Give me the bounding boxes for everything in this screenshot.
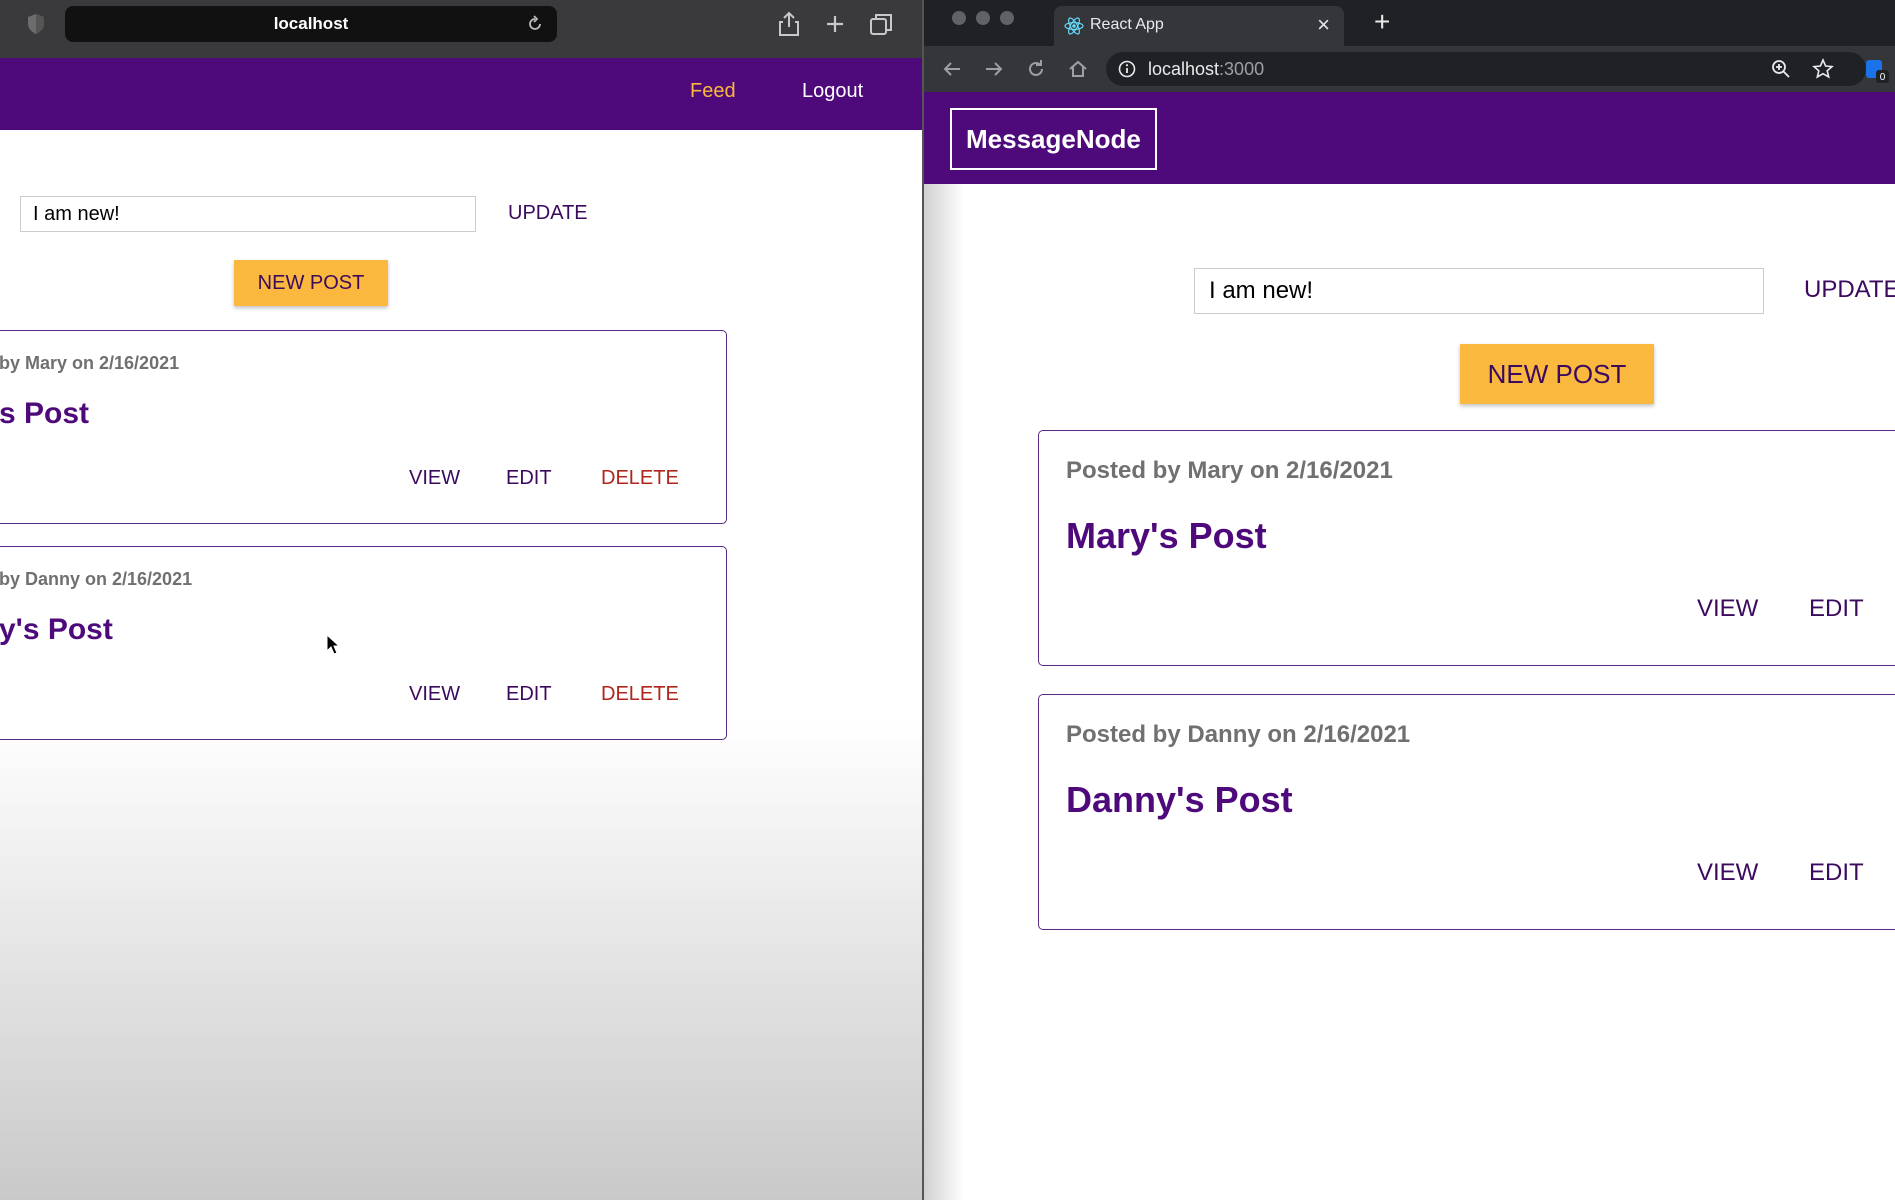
feed-content: I am new! UPDATE NEW POST Posted by Mary…: [924, 184, 1895, 1200]
new-post-button[interactable]: NEW POST: [234, 260, 388, 306]
reload-icon[interactable]: [1024, 57, 1048, 81]
app-logo[interactable]: MessageNode: [950, 108, 1157, 170]
update-status-button[interactable]: UPDATE: [508, 202, 588, 225]
post-title: y's Post: [0, 613, 113, 646]
bookmark-star-icon[interactable]: [1812, 58, 1834, 80]
feed-link[interactable]: Feed: [690, 80, 736, 103]
edit-button[interactable]: EDIT: [1809, 595, 1864, 623]
tab-strip: React App × +: [924, 0, 1895, 46]
minimize-window-icon[interactable]: [976, 11, 990, 25]
post-meta: Posted by Mary on 2/16/2021: [1066, 457, 1393, 484]
extension-icon[interactable]: 0: [1864, 58, 1890, 84]
delete-button[interactable]: DELETE: [601, 467, 679, 490]
close-tab-icon[interactable]: ×: [1317, 12, 1330, 38]
omnibox[interactable]: localhost:3000: [1106, 52, 1866, 86]
top-navigation: Feed Logout: [0, 58, 922, 130]
address-bar[interactable]: localhost: [65, 6, 557, 42]
logout-link[interactable]: Logout: [802, 80, 863, 103]
zoom-window-icon[interactable]: [1000, 11, 1014, 25]
view-button[interactable]: VIEW: [1697, 595, 1758, 623]
post-meta: Posted by Danny on 2/16/2021: [1066, 721, 1411, 748]
url-port: :3000: [1219, 59, 1265, 79]
post-meta: by Mary on 2/16/2021: [0, 353, 180, 373]
post-card: by Mary on 2/16/2021 s Post VIEW EDIT DE…: [0, 330, 727, 524]
update-status-button[interactable]: UPDATE: [1804, 276, 1895, 304]
forward-icon[interactable]: [982, 57, 1006, 81]
delete-button[interactable]: DELETE: [601, 683, 679, 706]
post-card: Posted by Danny on 2/16/2021 Danny's Pos…: [1038, 694, 1895, 930]
status-input[interactable]: I am new!: [1194, 268, 1764, 314]
address-text: localhost: [273, 14, 349, 33]
left-browser-window: localhost Feed Logout I am new! UPDATE N…: [0, 0, 922, 1200]
tab-title: React App: [1090, 16, 1164, 33]
feed-content: I am new! UPDATE NEW POST by Mary on 2/1…: [0, 130, 922, 1200]
close-window-icon[interactable]: [952, 11, 966, 25]
right-browser-window: React App × + localhost:3000 0 MessageNo…: [924, 0, 1895, 1200]
info-icon[interactable]: [1118, 60, 1136, 78]
post-card: Posted by Mary on 2/16/2021 Mary's Post …: [1038, 430, 1895, 666]
share-icon[interactable]: [776, 10, 802, 38]
safari-toolbar: localhost: [0, 0, 922, 59]
new-tab-icon[interactable]: +: [1374, 6, 1390, 38]
home-icon[interactable]: [1066, 57, 1090, 81]
post-title: s Post: [0, 397, 90, 430]
app-header: MessageNode: [924, 92, 1895, 184]
react-logo-icon: [1064, 17, 1084, 35]
zoom-icon[interactable]: [1770, 58, 1792, 80]
back-icon[interactable]: [940, 57, 964, 81]
new-post-button[interactable]: NEW POST: [1460, 344, 1654, 404]
view-button[interactable]: VIEW: [409, 467, 460, 490]
url-text: localhost:3000: [1148, 52, 1264, 86]
edit-button[interactable]: EDIT: [1809, 859, 1864, 887]
post-title: Mary's Post: [1066, 515, 1267, 556]
post-meta: by Danny on 2/16/2021: [0, 569, 193, 589]
mouse-cursor-icon: [326, 634, 340, 655]
extension-badge: 0: [1880, 72, 1886, 83]
shield-icon[interactable]: [26, 13, 46, 35]
edit-button[interactable]: EDIT: [506, 683, 552, 706]
post-card: by Danny on 2/16/2021 y's Post VIEW EDIT…: [0, 546, 727, 740]
status-input[interactable]: I am new!: [20, 196, 476, 232]
url-host: localhost: [1148, 59, 1220, 79]
edit-button[interactable]: EDIT: [506, 467, 552, 490]
tab-overview-icon[interactable]: [868, 10, 894, 38]
reload-icon[interactable]: [525, 14, 545, 34]
address-toolbar: localhost:3000: [924, 46, 1895, 92]
browser-tab[interactable]: React App ×: [1054, 6, 1344, 46]
view-button[interactable]: VIEW: [409, 683, 460, 706]
post-title: Danny's Post: [1066, 779, 1293, 820]
new-tab-icon[interactable]: [822, 10, 848, 38]
view-button[interactable]: VIEW: [1697, 859, 1758, 887]
